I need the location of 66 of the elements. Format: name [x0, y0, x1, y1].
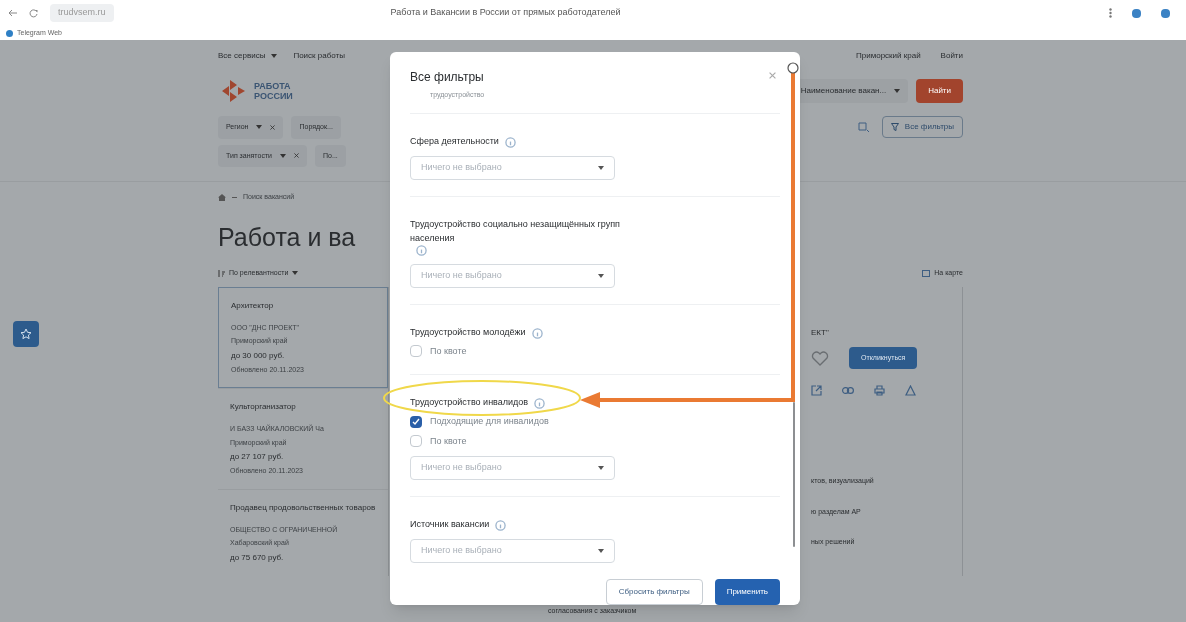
- search-button[interactable]: Найти: [916, 79, 963, 103]
- caret-icon: [256, 125, 263, 130]
- salary: до 27 107 руб.: [230, 451, 285, 463]
- link-icon[interactable]: [842, 387, 854, 394]
- section-title: Сфера деятельности: [410, 134, 499, 148]
- info-icon[interactable]: [531, 327, 543, 339]
- checkbox[interactable]: [410, 435, 422, 448]
- close-icon[interactable]: [294, 153, 299, 159]
- vacancy-title[interactable]: Продавец продовольственных товаров: [230, 501, 376, 514]
- star-icon: [20, 328, 32, 340]
- section-title: Трудоустройство социально незащищённых групп населения: [410, 217, 621, 245]
- vacancy-title[interactable]: Культорганизатор: [230, 401, 376, 413]
- dash-icon: [232, 196, 237, 198]
- heart-icon[interactable]: [811, 349, 829, 366]
- checkbox-label: По квоте: [430, 344, 467, 358]
- scrollbar[interactable]: [793, 402, 795, 547]
- nav-link[interactable]: Приморский край: [856, 50, 921, 62]
- logo[interactable]: РАБОТА РОССИИ: [218, 76, 294, 106]
- caret-icon: [271, 54, 278, 58]
- all-filters-button[interactable]: Все фильтры: [881, 116, 963, 139]
- caret-icon: [598, 549, 604, 553]
- vacancy-title[interactable]: Архитектор: [231, 299, 375, 312]
- back-icon[interactable]: [8, 9, 17, 17]
- map-icon[interactable]: [857, 121, 870, 134]
- home-icon[interactable]: [218, 193, 226, 201]
- warning-icon[interactable]: [905, 385, 916, 396]
- section-title: Трудоустройство молодёжи: [410, 325, 526, 339]
- checkbox-label: По квоте: [430, 434, 467, 448]
- checkbox[interactable]: [410, 415, 422, 428]
- checkbox[interactable]: [410, 345, 422, 358]
- print-icon[interactable]: [874, 385, 885, 396]
- info-icon[interactable]: [504, 136, 516, 148]
- page-heading: Работа и ва: [218, 221, 356, 253]
- company-name: ЕКТ": [811, 327, 829, 337]
- caret-icon: [598, 165, 604, 170]
- filter-icon: [890, 123, 899, 132]
- salary: до 30 000 руб.: [231, 349, 286, 362]
- close-icon[interactable]: [769, 72, 776, 79]
- caret-icon: [894, 89, 901, 93]
- caret-icon: [598, 466, 604, 470]
- nav-link[interactable]: Все сервисы: [218, 50, 278, 62]
- menu-icon[interactable]: [1109, 8, 1112, 18]
- checkbox-label: Подходящие для инвалидов: [430, 415, 549, 428]
- map-icon: [922, 269, 931, 277]
- extension-icon[interactable]: [1132, 8, 1141, 18]
- reset-filters-button[interactable]: Сбросить фильтры: [605, 579, 703, 605]
- favorites-button[interactable]: [13, 321, 39, 347]
- caret-icon: [598, 273, 604, 278]
- salary: до 75 670 руб.: [230, 551, 285, 564]
- section-title: Источник вакансии: [410, 518, 490, 531]
- info-icon[interactable]: [416, 244, 427, 256]
- apply-button[interactable]: Применить: [714, 579, 780, 605]
- close-icon[interactable]: [270, 124, 276, 130]
- reload-icon[interactable]: [29, 8, 38, 18]
- nav-link[interactable]: Войти: [940, 50, 963, 62]
- nav-link[interactable]: Поиск работы: [293, 50, 345, 62]
- extension-icon[interactable]: [1161, 8, 1170, 18]
- dialog-title: Все фильтры: [410, 69, 484, 86]
- caret-icon: [292, 271, 299, 276]
- caret-icon: [280, 153, 286, 158]
- info-icon[interactable]: [495, 520, 507, 531]
- tab-title: Работа и Вакансии в России от прямых работодателей: [390, 6, 621, 20]
- section-title: Трудоустройство инвалидов: [410, 396, 529, 409]
- sort-icon: [218, 269, 225, 277]
- share-icon[interactable]: [811, 385, 822, 396]
- info-icon[interactable]: [534, 398, 546, 409]
